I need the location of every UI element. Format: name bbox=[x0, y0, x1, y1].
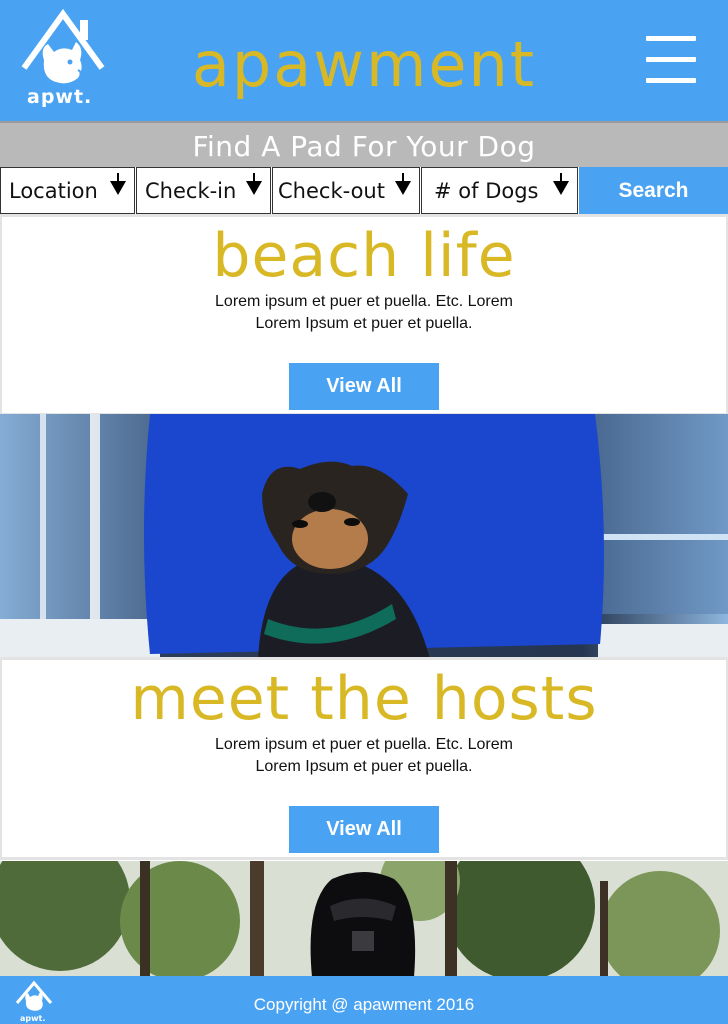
meet-the-hosts-section: meet the hosts Lorem ipsum et puer et pu… bbox=[0, 657, 728, 860]
brand-title[interactable]: apawment bbox=[0, 28, 728, 101]
location-dropdown-label: Location bbox=[9, 179, 98, 203]
section-description: Lorem ipsum et puer et puella. Etc. Lore… bbox=[184, 291, 544, 335]
section-title: beach life bbox=[212, 221, 516, 291]
view-all-button[interactable]: View All bbox=[289, 806, 439, 853]
footer: apwt. Copyright @ apawment 2016 bbox=[0, 976, 728, 1024]
dropdown-arrow-icon bbox=[395, 173, 411, 195]
section-title: meet the hosts bbox=[130, 664, 598, 734]
section-description-line: Lorem ipsum et puer et puella. Etc. Lore… bbox=[215, 736, 513, 753]
check-out-dropdown-label: Check-out bbox=[278, 179, 385, 203]
header: apwt. apawment bbox=[0, 0, 728, 121]
dogs-count-dropdown-label: # of Dogs bbox=[434, 179, 539, 203]
check-in-dropdown-label: Check-in bbox=[145, 179, 237, 203]
dogs-count-dropdown[interactable]: # of Dogs bbox=[421, 167, 578, 214]
section-description: Lorem ipsum et puer et puella. Etc. Lore… bbox=[184, 734, 544, 778]
hosts-photo bbox=[0, 861, 728, 977]
check-in-dropdown[interactable]: Check-in bbox=[136, 167, 271, 214]
search-button[interactable]: Search bbox=[579, 167, 728, 214]
tagline-bar: Find A Pad For Your Dog bbox=[0, 121, 728, 168]
dropdown-arrow-icon bbox=[553, 173, 569, 195]
dropdown-arrow-icon bbox=[110, 173, 126, 195]
location-dropdown[interactable]: Location bbox=[0, 167, 135, 214]
view-all-button[interactable]: View All bbox=[289, 363, 439, 410]
check-out-dropdown[interactable]: Check-out bbox=[272, 167, 420, 214]
search-bar: Location Check-in Check-out # of Dogs Se… bbox=[0, 167, 728, 214]
copyright-text: Copyright @ apawment 2016 bbox=[253, 995, 475, 1014]
section-description-line: Lorem Ipsum et puer et puella. bbox=[255, 758, 473, 775]
beach-dog-photo bbox=[0, 414, 728, 659]
section-description-line: Lorem ipsum et puer et puella. Etc. Lore… bbox=[215, 293, 513, 310]
hamburger-menu-icon[interactable] bbox=[646, 36, 698, 84]
dropdown-arrow-icon bbox=[246, 173, 262, 195]
beach-life-section: beach life Lorem ipsum et puer et puella… bbox=[0, 214, 728, 416]
section-description-line: Lorem Ipsum et puer et puella. bbox=[255, 315, 473, 332]
